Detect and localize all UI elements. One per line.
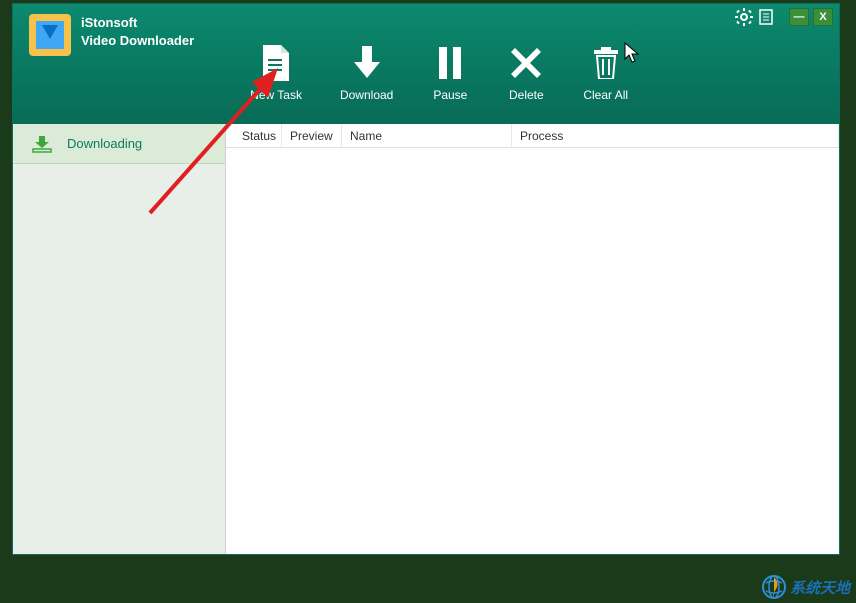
- column-header-name[interactable]: Name: [342, 124, 512, 147]
- settings-button[interactable]: [735, 8, 753, 26]
- delete-x-icon: [507, 44, 545, 82]
- minimize-button[interactable]: —: [789, 8, 809, 26]
- table-body: [226, 148, 839, 554]
- pause-label: Pause: [433, 88, 467, 102]
- close-icon: X: [819, 11, 826, 23]
- new-task-label: New Task: [250, 88, 302, 102]
- new-task-button[interactable]: New Task: [250, 26, 302, 102]
- window-controls: — X: [735, 8, 833, 26]
- clear-all-label: Clear All: [583, 88, 628, 102]
- clipboard-icon: [757, 8, 775, 26]
- downloading-tray-icon: [31, 133, 53, 155]
- watermark-text: 系统天地: [790, 577, 850, 598]
- feedback-button[interactable]: [757, 8, 775, 26]
- sidebar-item-downloading[interactable]: Downloading: [13, 124, 225, 164]
- close-button[interactable]: X: [813, 8, 833, 26]
- download-button[interactable]: Download: [340, 26, 393, 102]
- document-icon: [257, 44, 295, 82]
- sidebar: Downloading: [13, 124, 226, 554]
- content-area: Downloading Status Preview Name Process: [13, 124, 839, 554]
- download-label: Download: [340, 88, 393, 102]
- clear-all-button[interactable]: Clear All: [583, 26, 628, 102]
- app-window: iStonsoft Video Downloader New Task: [12, 3, 840, 555]
- pause-button[interactable]: Pause: [431, 26, 469, 102]
- table-header: Status Preview Name Process: [226, 124, 839, 148]
- column-header-process[interactable]: Process: [512, 124, 839, 147]
- toolbar: New Task Download Paus: [250, 4, 628, 124]
- pause-icon: [431, 44, 469, 82]
- delete-button[interactable]: Delete: [507, 26, 545, 102]
- download-arrow-icon: [348, 44, 386, 82]
- column-header-status[interactable]: Status: [234, 124, 282, 147]
- titlebar: iStonsoft Video Downloader New Task: [13, 4, 839, 124]
- app-logo-area: iStonsoft Video Downloader: [13, 4, 210, 124]
- trash-icon: [587, 44, 625, 82]
- app-name-line2: Video Downloader: [81, 32, 194, 50]
- globe-icon: [762, 575, 786, 599]
- app-title: iStonsoft Video Downloader: [81, 14, 194, 50]
- app-logo-icon: [29, 14, 71, 56]
- delete-label: Delete: [509, 88, 544, 102]
- sidebar-downloading-label: Downloading: [67, 136, 142, 151]
- watermark: 系统天地: [762, 575, 850, 599]
- app-name-line1: iStonsoft: [81, 14, 194, 32]
- gear-icon: [735, 8, 753, 26]
- minimize-icon: —: [794, 11, 805, 23]
- main-panel: Status Preview Name Process: [226, 124, 839, 554]
- column-header-preview[interactable]: Preview: [282, 124, 342, 147]
